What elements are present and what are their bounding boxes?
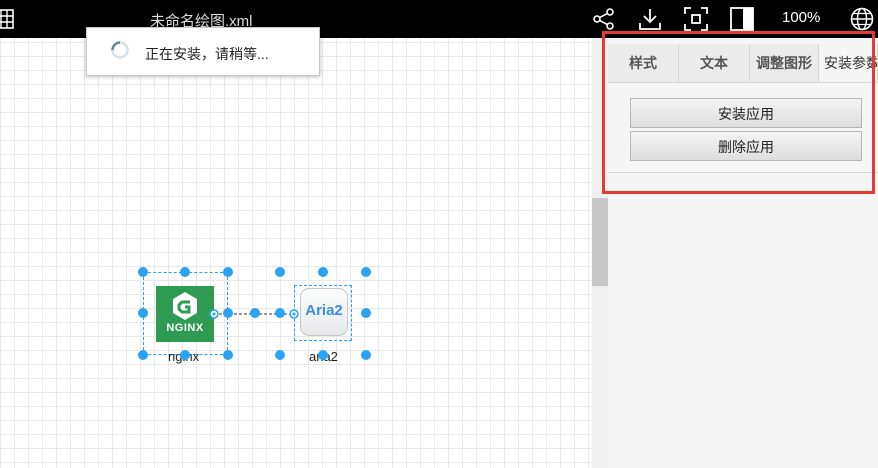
resize-handle[interactable] xyxy=(318,267,328,277)
resize-handle[interactable] xyxy=(223,267,233,277)
loading-spinner-icon xyxy=(111,41,129,59)
resize-handle[interactable] xyxy=(361,308,371,318)
resize-handle[interactable] xyxy=(275,350,285,360)
toast-message: 正在安装，请稍等... xyxy=(145,46,269,62)
edge-midpoint-handle[interactable] xyxy=(250,308,260,318)
resize-handle[interactable] xyxy=(138,350,148,360)
resize-handle[interactable] xyxy=(180,267,190,277)
resize-handle[interactable] xyxy=(275,267,285,277)
resize-handle[interactable] xyxy=(138,308,148,318)
edge-midpoint-handle[interactable] xyxy=(275,308,285,318)
resize-handle[interactable] xyxy=(223,350,233,360)
resize-handle[interactable] xyxy=(361,267,371,277)
resize-handle[interactable] xyxy=(318,350,328,360)
highlight-annotation-box xyxy=(602,31,875,194)
resize-handle[interactable] xyxy=(223,308,233,318)
resize-handle[interactable] xyxy=(361,350,371,360)
resize-handle[interactable] xyxy=(180,350,190,360)
resize-handle[interactable] xyxy=(138,267,148,277)
